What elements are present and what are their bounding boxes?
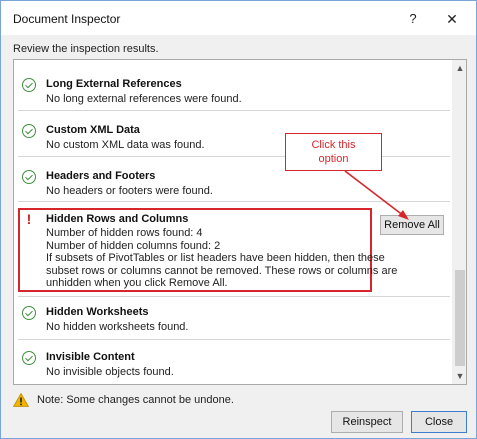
item-title: Long External References [46,78,182,90]
item-description: No custom XML data was found. [46,139,205,151]
item-description-line: Number of hidden rows found: 4 [46,227,203,239]
remove-all-button[interactable]: Remove All [380,215,444,235]
item-title: Hidden Worksheets [46,306,149,318]
document-inspector-dialog: Document Inspector ? ✕ Review the inspec… [0,0,477,439]
close-button[interactable]: Close [411,411,467,433]
warning-exclamation-icon: ! [26,211,32,227]
results-list: Long External References No long externa… [13,59,467,385]
item-description: No headers or footers were found. [46,185,213,197]
scrollbar-thumb[interactable] [455,270,465,366]
item-description-line: subset rows or columns cannot be removed… [46,264,398,277]
callout-text-line: Click this [311,139,356,151]
item-title: Custom XML Data [46,124,140,136]
item-description: No hidden worksheets found. [46,321,189,333]
divider [18,339,450,340]
warning-triangle-icon [13,393,29,407]
help-button[interactable]: ? [403,9,423,29]
item-description: No invisible objects found. [46,366,174,378]
check-icon [22,170,36,184]
item-title: Invisible Content [46,351,135,363]
callout-annotation: Click this option [285,133,382,171]
check-icon [22,124,36,138]
item-description-line: Number of hidden columns found: 2 [46,239,221,252]
reinspect-button[interactable]: Reinspect [331,411,403,433]
divider [18,296,450,297]
window-title: Document Inspector [13,12,121,26]
divider [18,201,450,202]
divider [18,156,450,157]
callout-text-line: option [318,153,349,165]
title-bar: Document Inspector ? ✕ [1,1,476,35]
scroll-down-arrow-icon[interactable]: ▼ [452,368,466,384]
item-title: Hidden Rows and Columns [46,213,189,225]
note-text: Note: Some changes cannot be undone. [37,394,234,406]
instructions-text: Review the inspection results. [13,43,159,55]
item-title: Headers and Footers [46,170,156,182]
vertical-scrollbar[interactable]: ▲ ▼ [452,60,466,384]
check-icon [22,306,36,320]
check-icon [22,351,36,365]
item-description-line: unhidden when you click Remove All. [46,277,228,290]
scroll-up-arrow-icon[interactable]: ▲ [452,60,466,76]
item-description-line: If subsets of PivotTables or list header… [46,252,385,265]
divider [18,110,450,111]
item-description: No long external references were found. [46,93,242,105]
close-window-button[interactable]: ✕ [441,9,463,29]
check-icon [22,78,36,92]
